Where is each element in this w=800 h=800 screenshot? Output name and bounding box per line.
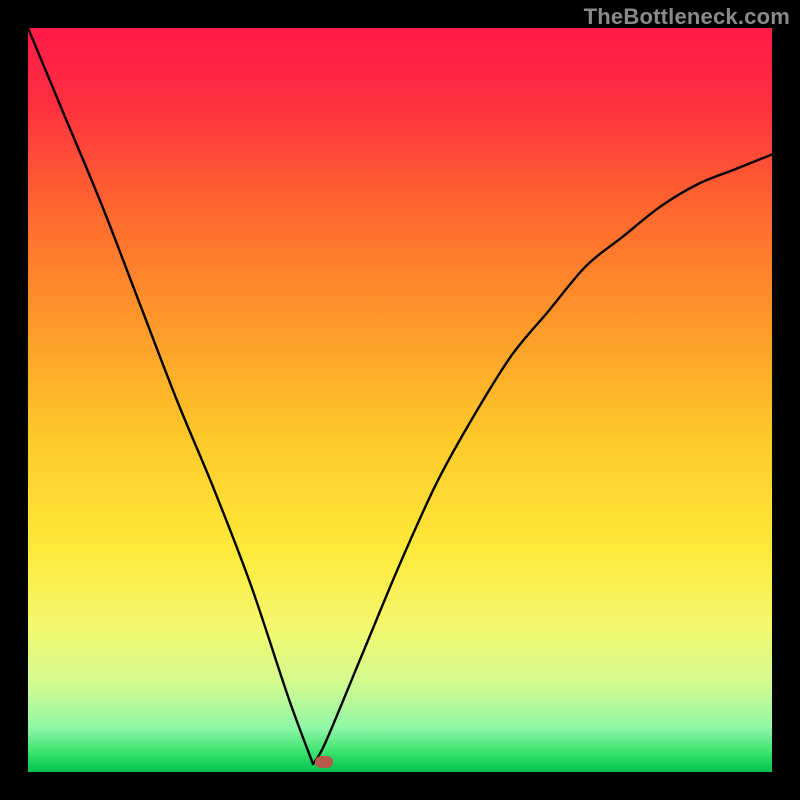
bottleneck-curve [28,28,772,772]
chart-frame: { "watermark": "TheBottleneck.com", "col… [0,0,800,800]
plot-area [28,28,772,772]
watermark-text: TheBottleneck.com [584,4,790,30]
optimum-marker [315,756,333,768]
